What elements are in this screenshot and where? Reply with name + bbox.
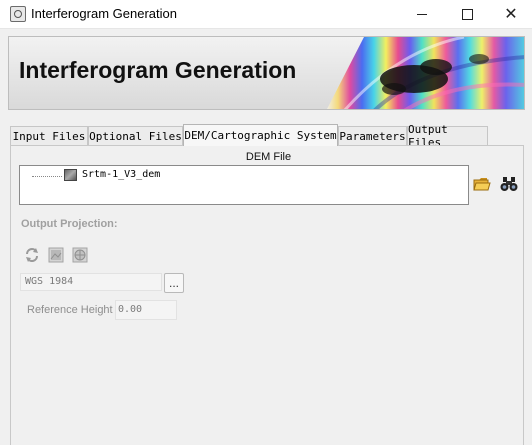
tab-optional-files[interactable]: Optional Files [88,126,183,145]
tab-input-files[interactable]: Input Files [10,126,88,145]
maximize-button[interactable] [445,0,489,28]
dem-file-label: DEM File [245,151,292,163]
reference-height-field[interactable]: 0.00 [115,300,177,320]
minimize-button[interactable] [400,0,444,28]
close-button[interactable]: ✕ [489,0,532,28]
minimize-icon [417,13,427,15]
projection-field[interactable]: WGS 1984 [20,273,162,291]
dem-file-item[interactable]: Srtm-1_V3_dem [82,169,160,180]
reference-height-label: Reference Height [27,304,113,316]
tab-parameters[interactable]: Parameters [338,126,407,145]
tab-bar: Input Files Optional Files DEM/Cartograp… [10,123,524,149]
banner-title: Interferogram Generation [19,57,297,83]
dem-file-list[interactable]: Srtm-1_V3_dem [19,165,469,205]
window-title: Interferogram Generation [31,6,177,21]
close-icon: ✕ [504,4,518,23]
globe-projection-icon[interactable] [72,247,88,263]
app-icon [10,6,26,22]
tab-dem-cartographic-system[interactable]: DEM/Cartographic System [183,124,338,146]
binoculars-icon[interactable] [500,176,518,192]
maximize-icon [461,8,473,20]
raster-icon [64,169,77,181]
output-projection-label: Output Projection: [21,218,118,230]
title-bar: Interferogram Generation ✕ [0,0,532,29]
interferogram-fringe-image [327,37,524,109]
refresh-icon[interactable] [24,247,40,263]
header-banner: Interferogram Generation [8,36,525,110]
tree-connector [32,176,62,177]
tab-output-files[interactable]: Output Files [407,123,488,149]
projection-browse-button[interactable]: ... [164,273,184,293]
raster-projection-icon[interactable] [48,247,64,263]
folder-open-icon[interactable] [473,176,491,192]
